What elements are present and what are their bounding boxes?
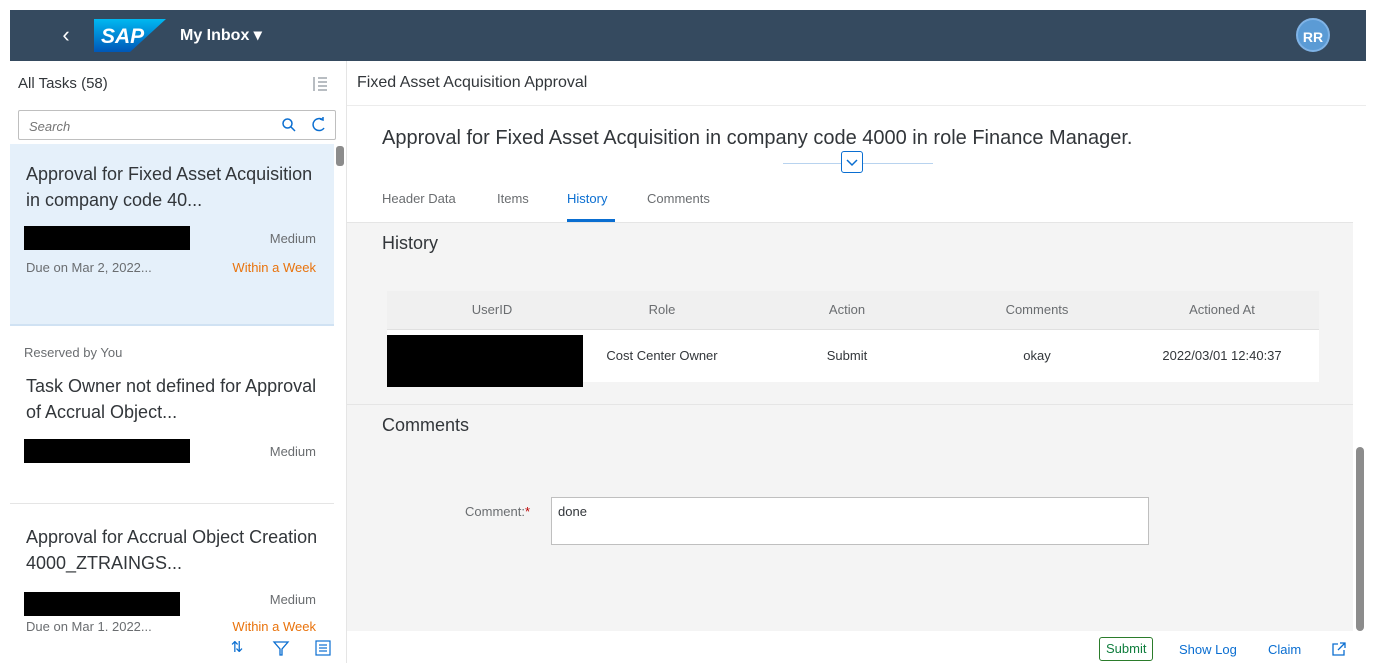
logo-text: SAP	[101, 25, 145, 48]
show-log-button[interactable]: Show Log	[1179, 642, 1237, 657]
task-priority: Medium	[269, 592, 316, 607]
header-divider	[347, 105, 1366, 106]
task-list-footer: ⇅	[0, 631, 346, 663]
task-priority: Medium	[269, 444, 316, 459]
comment-label: Comment:*	[465, 504, 530, 519]
cell-actioned-at: 2022/03/01 12:40:37	[1162, 348, 1282, 363]
list-scrollbar[interactable]	[336, 146, 344, 166]
column-header: Role	[648, 302, 676, 317]
filter-icon[interactable]	[272, 639, 290, 657]
search-icon[interactable]	[281, 117, 297, 133]
app-title-menu[interactable]: My Inbox ▾	[180, 25, 262, 45]
group-icon[interactable]	[314, 639, 332, 657]
column-header: Actioned At	[1189, 302, 1255, 317]
scrollbar-thumb[interactable]	[1356, 447, 1364, 631]
group-header: Reserved by You	[24, 345, 123, 360]
sap-logo: SAP	[94, 19, 166, 52]
required-mark: *	[524, 504, 531, 519]
task-list-item[interactable]: Task Owner not defined for Approval of A…	[10, 367, 334, 503]
object-title: Approval for Fixed Asset Acquisition in …	[382, 127, 1133, 149]
cell-role: Cost Center Owner	[606, 348, 718, 363]
submit-button[interactable]: Submit	[1099, 637, 1154, 661]
detail-header-title: Fixed Asset Acquisition Approval	[357, 74, 588, 91]
list-divider	[10, 503, 334, 504]
task-deadline-status: Within a Week	[232, 619, 316, 631]
task-detail-panel: Fixed Asset Acquisition Approval Approva…	[347, 61, 1366, 663]
tab-header-data[interactable]: Header Data	[382, 191, 456, 206]
task-deadline-status: Within a Week	[232, 260, 316, 275]
redacted-block	[24, 439, 190, 463]
search-field	[18, 110, 336, 140]
column-header: UserID	[471, 302, 513, 317]
tab-history[interactable]: History	[567, 191, 607, 206]
claim-button[interactable]: Claim	[1268, 642, 1301, 657]
task-due-date: Due on Mar 2, 2022...	[26, 260, 152, 275]
table-row[interactable]: Cost Center Owner Submit okay 2022/03/01…	[387, 330, 1319, 387]
task-due-date: Due on Mar 1, 2022...	[26, 619, 152, 631]
cell-action: Submit	[826, 348, 868, 363]
task-title: Task Owner not defined for Approval of A…	[26, 376, 317, 422]
task-list-item[interactable]: Approval for Fixed Asset Acquisition in …	[10, 144, 334, 326]
task-list-panel: All Tasks (58) Approval for Fixed Asset …	[0, 61, 347, 663]
comments-section-title: Comments	[382, 415, 470, 435]
share-icon[interactable]	[1331, 641, 1347, 657]
shell-bar: ‹ SAP My Inbox ▾ RR	[10, 10, 1366, 61]
detail-content: History UserID Role Action Comments Acti…	[347, 223, 1353, 631]
redacted-block	[24, 226, 190, 250]
task-title: Approval for Fixed Asset Acquisition in …	[26, 164, 313, 210]
section-divider	[347, 404, 1353, 405]
tab-items[interactable]: Items	[497, 191, 529, 206]
task-list-item[interactable]: Approval for Accrual Object Creation 400…	[10, 518, 334, 631]
search-input[interactable]	[27, 115, 271, 137]
tab-comments[interactable]: Comments	[647, 191, 710, 206]
detail-footer-toolbar: Submit Show Log Claim	[347, 631, 1366, 663]
list-sort-icon[interactable]	[312, 75, 328, 93]
detail-scrollbar	[1353, 223, 1366, 631]
redacted-block	[24, 592, 180, 616]
comment-field	[551, 497, 1149, 545]
refresh-icon[interactable]	[311, 116, 327, 134]
column-header: Action	[828, 302, 866, 317]
task-title: Approval for Accrual Object Creation 400…	[26, 527, 318, 573]
sort-icon[interactable]: ⇅	[228, 639, 246, 657]
task-list-title: All Tasks (58)	[18, 75, 108, 92]
cell-comments: okay	[1023, 348, 1051, 363]
task-priority: Medium	[269, 231, 316, 246]
comment-textarea[interactable]	[558, 504, 1138, 538]
table-header: UserID Role Action Comments Actioned At	[387, 291, 1319, 330]
chevron-down-icon	[846, 159, 858, 167]
comment-label-text: Comment:	[465, 504, 525, 519]
history-section-title: History	[382, 233, 439, 253]
column-header: Comments	[1005, 302, 1069, 317]
back-chevron-icon[interactable]: ‹	[56, 23, 76, 47]
avatar[interactable]: RR	[1296, 18, 1330, 52]
redacted-block	[387, 335, 583, 387]
collapse-header-button[interactable]	[841, 151, 863, 173]
